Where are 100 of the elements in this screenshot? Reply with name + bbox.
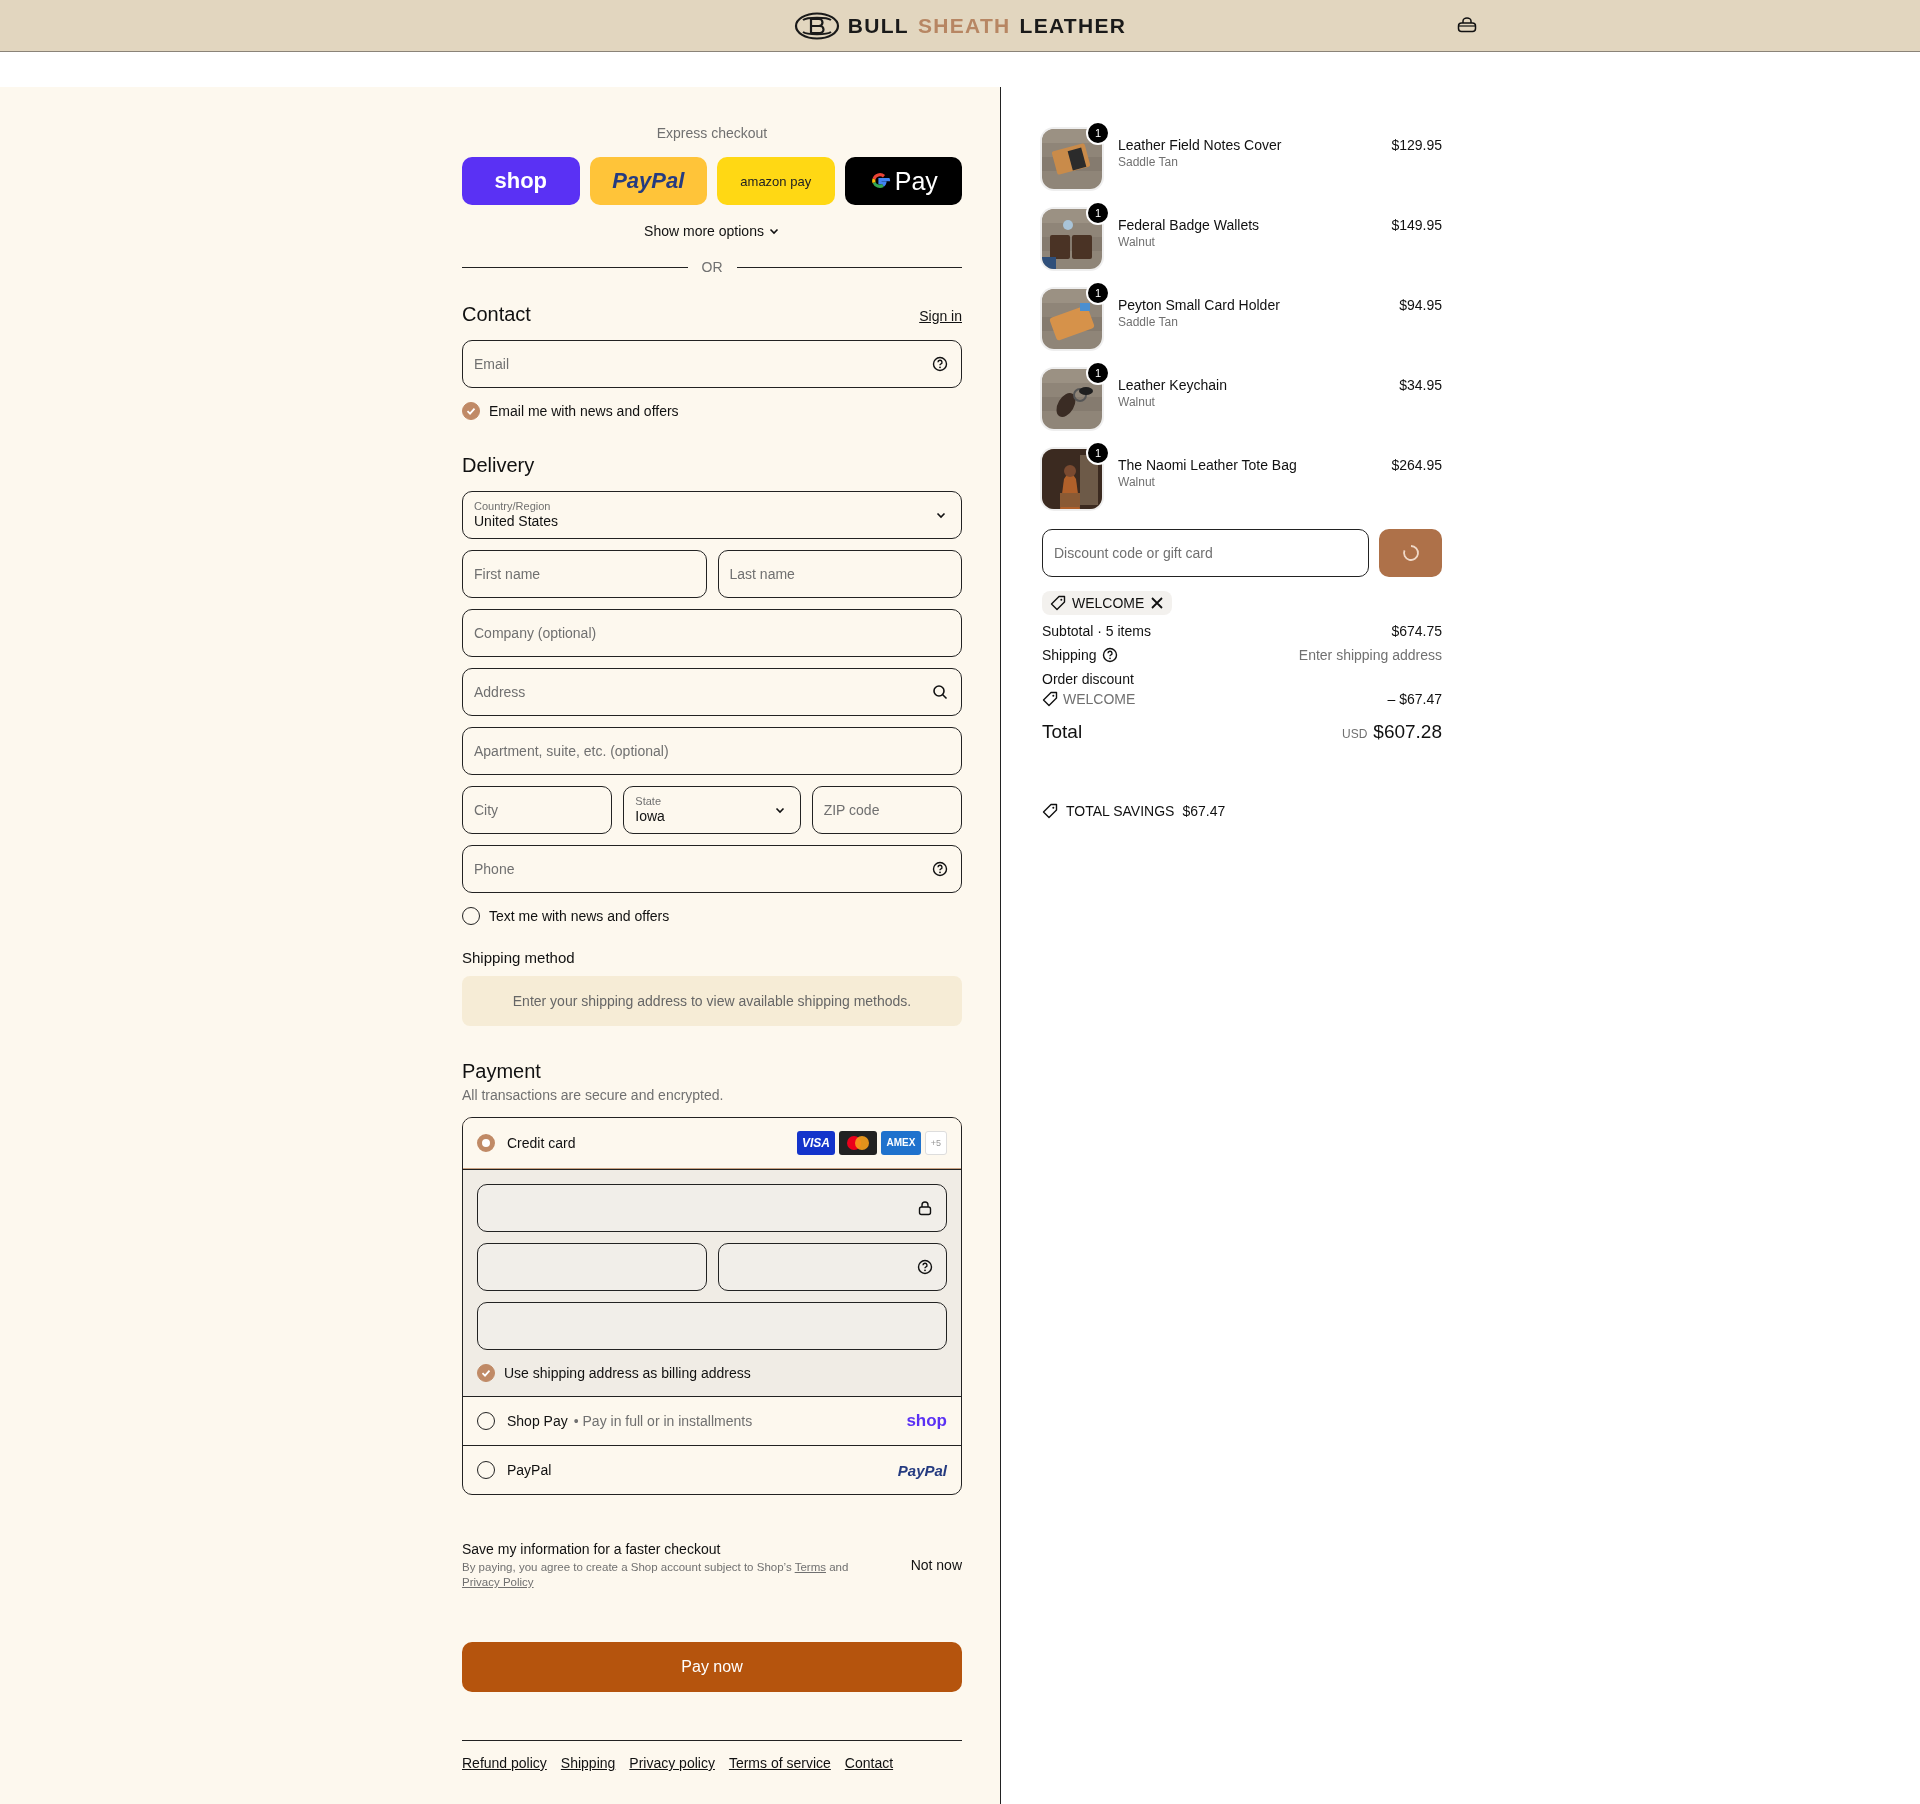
section-title: Contact (462, 303, 531, 326)
show-more-button[interactable]: Show more options (644, 223, 780, 239)
brand-word: SHEATH (917, 13, 1011, 38)
product-variant: Walnut (1118, 395, 1156, 409)
checkbox-label: Use shipping address as billing address (504, 1365, 751, 1381)
spinner-icon (1400, 543, 1421, 563)
input-field[interactable]: Discount code or gift card (1042, 529, 1369, 577)
option-label: PayPal (507, 1462, 552, 1478)
payment-button[interactable]: shop (462, 157, 580, 205)
input-field[interactable]: Address (462, 668, 962, 716)
quantity-badge: 1 (1086, 441, 1110, 465)
summary-label: Subtotal · 5 items (1042, 623, 1151, 639)
search-icon (932, 684, 948, 700)
check-icon (480, 1367, 492, 1379)
payment-button[interactable]: Pay (844, 157, 962, 205)
payment-button[interactable]: amazon pay (717, 157, 835, 205)
input-field[interactable]: Apartment, suite, etc. (optional) (462, 727, 962, 775)
input-field[interactable]: Phone (462, 845, 962, 893)
product-price: $264.95 (1391, 457, 1442, 473)
quantity-badge: 1 (1086, 361, 1110, 385)
savings-value: $67.47 (1182, 803, 1226, 819)
checkbox[interactable] (477, 1364, 495, 1382)
discount-code: WELCOME (1063, 691, 1136, 707)
summary-label: Order discount (1042, 671, 1134, 687)
payment-option[interactable]: PayPal PayPal (463, 1445, 961, 1494)
footer-link[interactable]: Refund policy (462, 1755, 547, 1771)
input-field[interactable]: ZIP code (811, 786, 962, 834)
section-title: Delivery (462, 454, 535, 477)
discount-code: WELCOME (1072, 595, 1145, 611)
option-note: • Pay in full or in installments (573, 1413, 753, 1429)
info-notice: Enter your shipping address to view available shipping methods. (462, 976, 962, 1026)
summary-label: Shipping (1042, 647, 1097, 663)
currency-code: USD (1341, 727, 1368, 741)
tags-icon (1042, 803, 1058, 819)
summary-value: Enter shipping address (1298, 647, 1442, 663)
payment-option[interactable]: Credit card VISA AMEX +5 (463, 1118, 961, 1169)
checkbox[interactable] (462, 402, 480, 420)
input-field[interactable] (477, 1243, 707, 1291)
product-name: The Naomi Leather Tote Bag (1118, 457, 1298, 473)
payment-button[interactable]: PayPal (589, 157, 707, 205)
select-field[interactable]: Country/Region United States (462, 491, 962, 539)
payment-logo: PayPal (897, 1461, 947, 1479)
input-field[interactable]: Company (optional) (462, 609, 962, 657)
help-icon (932, 861, 948, 877)
product-name: Peyton Small Card Holder (1118, 297, 1281, 313)
privacy-link[interactable]: Privacy Policy (462, 1576, 534, 1588)
product-price: $34.95 (1399, 377, 1442, 393)
legal-text: By paying, you agree to create a Shop account subject to Shop’s Terms and Privacy Policy (462, 1560, 850, 1590)
option-label: Credit card (507, 1135, 576, 1151)
more-cards-badge: +5 (925, 1131, 947, 1155)
logo-icon[interactable] (793, 10, 840, 41)
option-label: Shop Pay (507, 1413, 568, 1429)
help-icon (917, 1259, 933, 1275)
footer-link[interactable]: Shipping (560, 1755, 616, 1771)
radio-button[interactable] (477, 1134, 495, 1152)
total-value: $607.28 (1373, 721, 1442, 742)
pay-now-button[interactable]: Pay now (462, 1642, 962, 1692)
input-field[interactable] (477, 1302, 947, 1350)
product-price: $94.95 (1399, 297, 1442, 313)
input-field[interactable]: Last name (717, 550, 962, 598)
quantity-badge: 1 (1086, 281, 1110, 305)
help-icon (932, 356, 948, 372)
footer-link[interactable]: Terms of service (728, 1755, 831, 1771)
section-label: Express checkout (655, 125, 769, 141)
payment-logo: shop (906, 1411, 947, 1431)
select-field[interactable]: State Iowa (623, 786, 801, 834)
check-icon (465, 405, 477, 417)
sign-in-link[interactable]: Sign in (919, 308, 962, 324)
product-variant: Saddle Tan (1118, 315, 1179, 329)
divider-label: OR (701, 259, 723, 275)
tag-icon (1050, 595, 1066, 611)
product-price: $129.95 (1391, 137, 1442, 153)
input-field[interactable]: City (462, 786, 613, 834)
input-field[interactable] (477, 1184, 947, 1232)
cart-icon[interactable] (1457, 17, 1477, 33)
footer-link[interactable]: Privacy policy (629, 1755, 715, 1771)
footer-link[interactable]: Contact (844, 1755, 894, 1771)
product-variant: Walnut (1118, 235, 1156, 249)
total-label: Total (1042, 721, 1083, 743)
input-field[interactable]: Email (462, 340, 962, 388)
close-icon[interactable] (1150, 596, 1165, 610)
card-logo: VISA (797, 1131, 835, 1155)
product-variant: Walnut (1118, 475, 1156, 489)
product-name: Leather Field Notes Cover (1118, 137, 1283, 153)
terms-link[interactable]: Terms (794, 1561, 826, 1573)
section-title: Payment (462, 1060, 541, 1083)
brand-word: LEATHER (1019, 13, 1127, 38)
quantity-badge: 1 (1086, 201, 1110, 225)
product-variant: Saddle Tan (1118, 155, 1179, 169)
product-name: Federal Badge Wallets (1118, 217, 1261, 233)
save-info-title: Save my information for a faster checkout (462, 1541, 722, 1557)
circles-icon (844, 1134, 872, 1152)
input-field[interactable] (717, 1243, 947, 1291)
section-title: Shipping method (462, 949, 576, 966)
apply-button[interactable] (1379, 529, 1442, 577)
input-field[interactable]: First name (462, 550, 707, 598)
payment-option[interactable]: Shop Pay • Pay in full or in installments shop (463, 1396, 961, 1445)
not-now-button[interactable]: Not now (910, 1557, 962, 1573)
quantity-badge: 1 (1086, 121, 1110, 145)
help-icon (1101, 647, 1118, 663)
